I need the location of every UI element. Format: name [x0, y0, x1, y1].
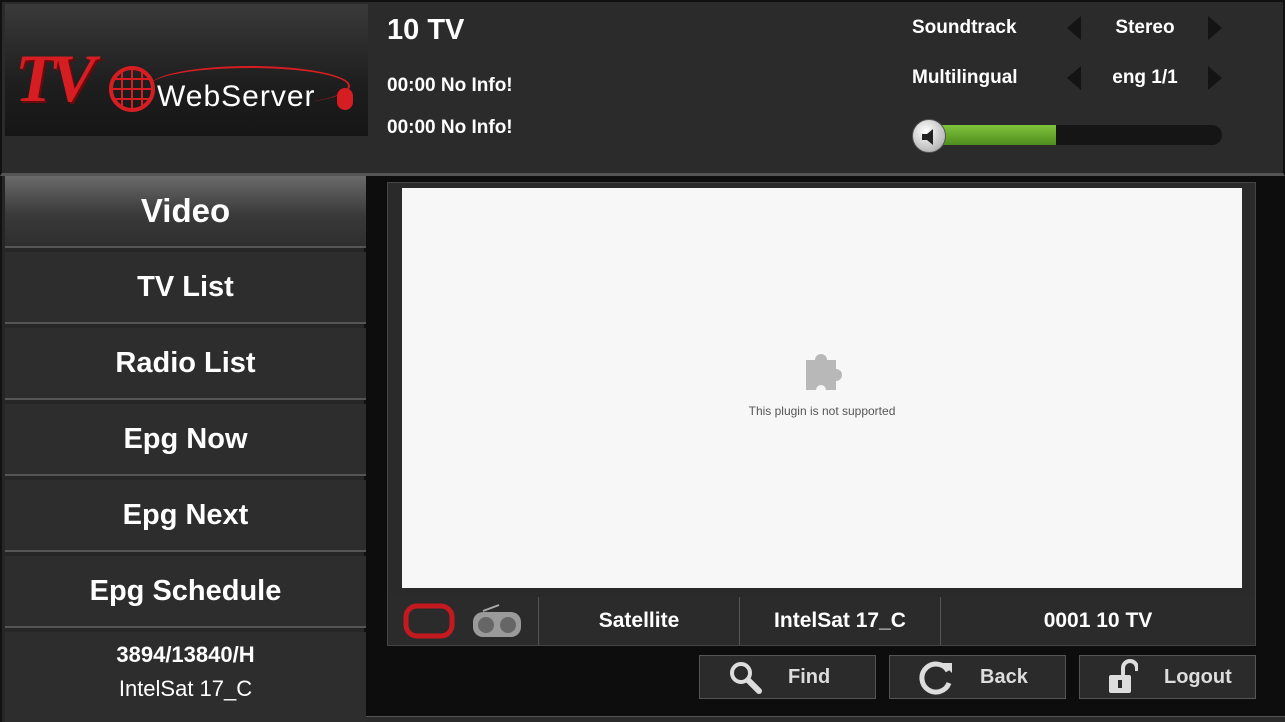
- soundtrack-label: Soundtrack: [912, 17, 1017, 38]
- radio-icon[interactable]: [471, 603, 523, 639]
- sidebar-item-epg-schedule[interactable]: Epg Schedule: [5, 556, 366, 628]
- logo-webserver-text: WebServer: [157, 80, 316, 113]
- footer-divider: [366, 716, 1285, 722]
- tv-icon[interactable]: [403, 603, 455, 639]
- globe-icon: [109, 66, 155, 112]
- unlocked-padlock-icon: [1109, 659, 1138, 693]
- sidebar-item-video[interactable]: Video: [5, 176, 366, 248]
- back-button[interactable]: Back: [889, 655, 1066, 699]
- magnifier-icon: [730, 662, 762, 694]
- find-button[interactable]: Find: [699, 655, 876, 699]
- logo-tv-text: TV: [15, 40, 96, 116]
- service-type-icons: [388, 597, 539, 645]
- service-type: Satellite: [539, 597, 740, 645]
- mouse-icon: [337, 88, 353, 110]
- epg-now-info: 00:00 No Info!: [387, 75, 513, 96]
- channel-title: 10 TV: [387, 14, 465, 46]
- channel-info-bar: Satellite IntelSat 17_C 0001 10 TV: [388, 597, 1255, 645]
- video-player[interactable]: This plugin is not supported: [402, 188, 1242, 588]
- transponder-satellite: IntelSat 17_C: [118, 676, 253, 701]
- multilingual-next-icon[interactable]: [1208, 66, 1222, 90]
- soundtrack-value: Stereo: [1115, 17, 1175, 38]
- main-content: This plugin is not supported Satellite I…: [366, 176, 1285, 722]
- volume-slider[interactable]: [912, 119, 1222, 153]
- logout-button[interactable]: Logout: [1079, 655, 1256, 699]
- speaker-icon[interactable]: [912, 119, 946, 153]
- epg-next-info: 00:00 No Info!: [387, 117, 513, 138]
- transponder-info: 3894/13840/H IntelSat 17_C: [5, 632, 366, 722]
- header: TV WebServer 10 TV 00:00 No Info! 00:00 …: [0, 0, 1285, 176]
- app-logo: TV WebServer: [5, 4, 368, 136]
- puzzle-piece-icon: [806, 354, 842, 390]
- service-satellite: IntelSat 17_C: [740, 597, 941, 645]
- back-button-label: Back: [980, 665, 1028, 688]
- transponder-frequency: 3894/13840/H: [116, 642, 255, 667]
- multilingual-prev-icon[interactable]: [1067, 66, 1081, 90]
- sidebar-item-tv-list[interactable]: TV List: [5, 252, 366, 324]
- video-frame: This plugin is not supported Satellite I…: [387, 182, 1256, 646]
- soundtrack-prev-icon[interactable]: [1067, 16, 1081, 40]
- soundtrack-next-icon[interactable]: [1208, 16, 1222, 40]
- sidebar-item-epg-next[interactable]: Epg Next: [5, 480, 366, 552]
- logout-button-label: Logout: [1164, 665, 1232, 688]
- service-channel: 0001 10 TV: [1043, 609, 1153, 632]
- refresh-back-icon: [919, 661, 952, 695]
- plugin-not-supported-message: This plugin is not supported: [748, 404, 896, 418]
- multilingual-label: Multilingual: [912, 67, 1018, 88]
- sidebar-item-epg-now[interactable]: Epg Now: [5, 404, 366, 476]
- multilingual-value: eng 1/1: [1112, 67, 1178, 88]
- volume-track[interactable]: [926, 125, 1222, 145]
- sidebar-item-radio-list[interactable]: Radio List: [5, 328, 366, 400]
- sidebar: Video TV List Radio List Epg Now Epg Nex…: [0, 176, 366, 722]
- find-button-label: Find: [788, 665, 831, 688]
